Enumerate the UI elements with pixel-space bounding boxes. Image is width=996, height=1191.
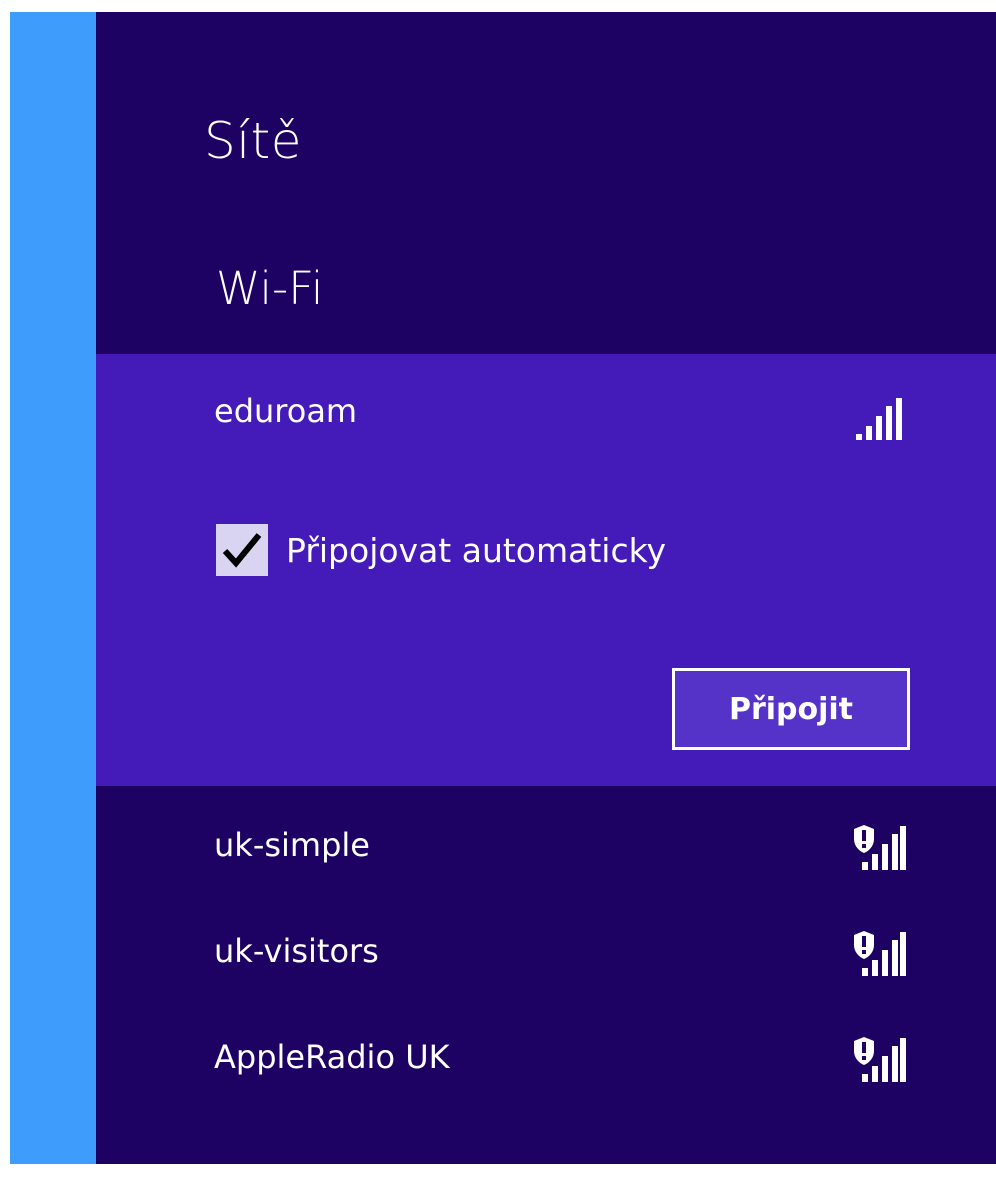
shield-warning-icon (854, 931, 874, 959)
shield-warning-icon (854, 825, 874, 853)
auto-connect-checkbox[interactable] (216, 524, 268, 576)
wifi-secured-signal-icon (852, 824, 906, 870)
network-item-appleradio-uk[interactable]: AppleRadio UK (96, 1010, 996, 1110)
auto-connect-option[interactable]: Připojovat automaticky (216, 524, 666, 576)
network-name: uk-visitors (214, 932, 379, 970)
connect-button[interactable]: Připojit (672, 668, 910, 750)
network-name: uk-simple (214, 826, 370, 864)
wifi-secured-signal-icon (852, 930, 906, 976)
shield-warning-icon (854, 1037, 874, 1065)
wifi-section-title: Wi-Fi (216, 262, 324, 315)
network-name: AppleRadio UK (214, 1038, 450, 1076)
wifi-secured-signal-icon (852, 1036, 906, 1082)
desktop-background-strip (10, 12, 96, 1164)
network-item-uk-visitors[interactable]: uk-visitors (96, 904, 996, 1004)
auto-connect-label: Připojovat automaticky (286, 530, 667, 570)
wifi-signal-icon (852, 394, 904, 440)
selected-network-item[interactable]: eduroam Připojovat automaticky Připojit (96, 354, 996, 786)
networks-panel: Sítě Wi-Fi eduroam Připojovat automatick… (96, 12, 996, 1164)
panel-title: Sítě (204, 112, 302, 170)
network-item-uk-simple[interactable]: uk-simple (96, 798, 996, 898)
network-name: eduroam (214, 392, 358, 430)
checkmark-icon (222, 533, 262, 568)
